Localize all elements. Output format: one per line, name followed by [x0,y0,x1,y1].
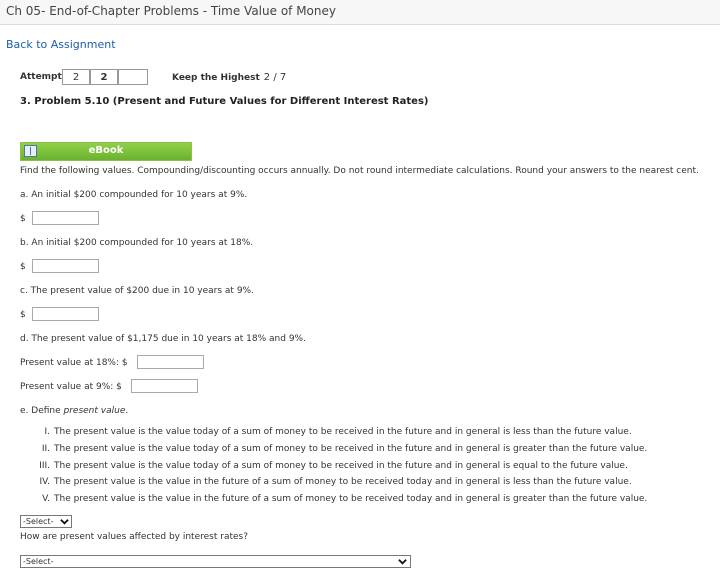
option-2-num: II. [41,444,50,454]
keep-highest-label: Keep the Highest 2 / 7 [172,72,286,83]
option-5: V. The present value is the value in the … [28,494,647,504]
interest-rate-effect-value: -Select- [23,557,54,566]
definition-select[interactable]: -Select- [20,515,72,528]
option-3-text: The present value is the value today of … [54,461,628,471]
back-to-assignment-link[interactable]: Back to Assignment [6,38,116,51]
chevron-down-icon [60,519,69,525]
score-value: 2 / 7 [263,72,287,83]
part-c-input[interactable] [32,307,99,321]
part-b-prompt: b. An initial $200 compounded for 10 yea… [20,238,254,248]
pv-9-label: Present value at 9%: $ [20,382,122,392]
option-1-text: The present value is the value today of … [54,427,632,437]
option-1: I. The present value is the value today o… [28,427,632,437]
pv-9-input[interactable] [131,379,198,393]
ebook-label: eBook [88,145,124,156]
part-e-suffix: . [125,406,129,416]
instructions: Find the following values. Compounding/d… [20,166,699,176]
part-e-prefix: e. Define [20,406,64,416]
problem-title: 3. Problem 5.10 (Present and Future Valu… [20,96,429,107]
option-2-text: The present value is the value today of … [54,444,648,454]
definition-select-value: -Select- [23,517,54,526]
option-5-text: The present value is the value in the fu… [54,494,648,504]
ebook-button[interactable]: eBook [20,142,192,161]
attempts-current-box: 2 [90,69,118,85]
option-2: II. The present value is the value today … [28,444,647,454]
option-3-num: III. [39,461,50,471]
option-4: IV. The present value is the value in the… [28,477,632,487]
chevron-down-icon [398,559,407,565]
part-e-prompt: e. Define present value. [20,406,128,416]
currency-symbol: $ [20,262,26,272]
part-e-term: present value [63,406,126,416]
option-4-text: The present value is the value in the fu… [54,477,632,487]
part-b-input[interactable] [32,259,99,273]
attempts-used-box: 2 [62,69,90,85]
currency-symbol: $ [20,214,26,224]
option-3: III. The present value is the value today… [28,461,628,471]
pv-18-label: Present value at 18%: $ [20,358,128,368]
page-title: Ch 05- End-of-Chapter Problems - Time Va… [6,4,336,18]
interest-rate-effect-select[interactable]: -Select- [20,555,411,568]
attempts-remaining-box [118,69,148,85]
part-c-prompt: c. The present value of $200 due in 10 y… [20,286,254,296]
part-f-prompt: How are present values affected by inter… [20,532,248,542]
part-a-input[interactable] [32,211,99,225]
currency-symbol: $ [20,310,26,320]
part-d-prompt: d. The present value of $1,175 due in 10… [20,334,306,344]
option-1-num: I. [44,427,50,437]
pv-18-input[interactable] [137,355,204,369]
option-4-num: IV. [39,477,50,487]
option-5-num: V. [42,494,50,504]
keep-highest-text: Keep the Highest [172,73,260,83]
attempts-label: Attempts [20,72,68,82]
part-a-prompt: a. An initial $200 compounded for 10 yea… [20,190,248,200]
